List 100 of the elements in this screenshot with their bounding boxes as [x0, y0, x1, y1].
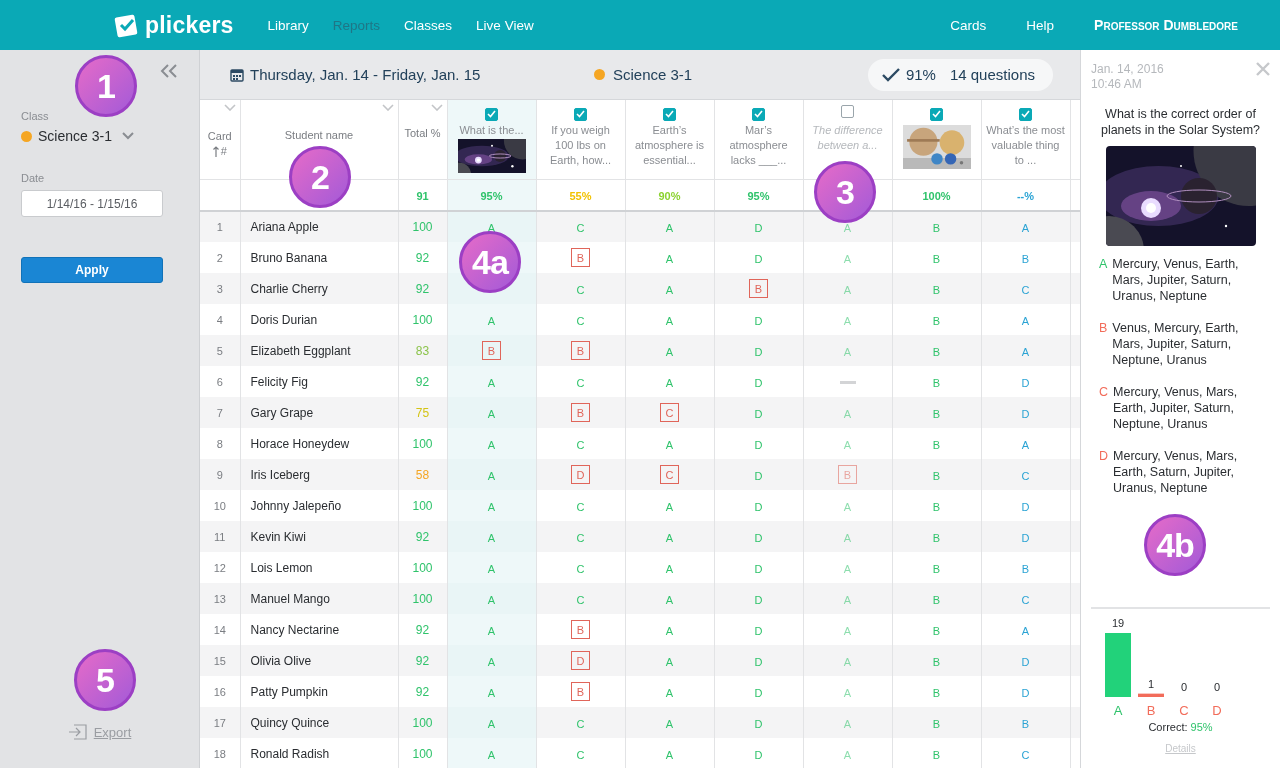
answer[interactable]: A — [843, 283, 852, 296]
checkbox[interactable] — [485, 107, 498, 121]
answer[interactable]: A — [843, 500, 852, 513]
nav-link[interactable]: Cards — [950, 17, 987, 33]
student-name[interactable]: Gary Grape — [250, 405, 314, 420]
answer[interactable]: D — [754, 407, 763, 420]
sort-icon[interactable] — [430, 104, 443, 111]
answer[interactable]: B — [838, 465, 857, 485]
answer[interactable]: D — [1021, 655, 1030, 668]
answer[interactable]: A — [843, 593, 852, 606]
class-dropdown[interactable]: Science 3-1 — [21, 128, 134, 144]
question-header[interactable]: Mar’s atmosphere lacks ___... — [714, 100, 803, 179]
answer[interactable]: B — [932, 562, 941, 575]
answer[interactable]: D — [754, 252, 763, 265]
answer[interactable]: A — [665, 717, 674, 730]
question-header[interactable]: What’s the most valuable thing to ... — [981, 100, 1070, 179]
answer[interactable]: A — [665, 314, 674, 327]
answer[interactable]: C — [576, 717, 585, 730]
student-name[interactable]: Charlie Cherry — [250, 281, 328, 296]
nav-link[interactable]: Help — [1026, 17, 1055, 33]
answer[interactable]: D — [754, 469, 763, 482]
checkbox[interactable] — [663, 107, 676, 121]
column-heading[interactable]: Total % — [398, 126, 447, 141]
answer[interactable]: A — [487, 469, 496, 482]
nav-link[interactable]: Live View — [476, 17, 534, 33]
sort-arrow-icon[interactable] — [212, 145, 219, 158]
answer[interactable]: B — [1021, 562, 1030, 575]
answer[interactable]: A — [843, 624, 852, 637]
answer[interactable]: A — [665, 562, 674, 575]
answer[interactable]: C — [1021, 748, 1030, 761]
answer[interactable]: A — [665, 222, 674, 234]
answer[interactable]: A — [487, 748, 496, 761]
answer[interactable]: A — [843, 748, 852, 761]
question-header[interactable]: If you weigh 100 lbs on Earth, how... — [536, 100, 625, 179]
question-header[interactable]: Earth’s atmosphere is essential... — [625, 100, 714, 179]
answer[interactable]: B — [932, 345, 941, 358]
answer[interactable]: A — [487, 438, 496, 451]
apply-button[interactable]: Apply — [21, 257, 163, 283]
answer[interactable]: B — [749, 279, 768, 299]
student-name[interactable]: Kevin Kiwi — [250, 529, 306, 544]
answer[interactable]: D — [1021, 686, 1030, 699]
answer[interactable]: D — [754, 376, 763, 389]
student-name[interactable]: Olivia Olive — [250, 653, 312, 668]
answer[interactable]: A — [665, 655, 674, 668]
answer[interactable]: A — [843, 252, 852, 265]
answer[interactable]: B — [482, 341, 501, 361]
answer[interactable]: D — [754, 748, 763, 761]
answer[interactable]: A — [665, 686, 674, 699]
answer[interactable]: C — [576, 283, 585, 296]
close-icon[interactable] — [1256, 62, 1270, 76]
nav-link[interactable]: Library — [267, 17, 309, 33]
answer[interactable]: B — [932, 222, 941, 234]
student-name[interactable]: Ronald Radish — [250, 746, 330, 761]
answer[interactable]: D — [754, 593, 763, 606]
answer[interactable]: A — [843, 655, 852, 668]
answer[interactable]: D — [1021, 407, 1030, 420]
answer[interactable]: A — [487, 717, 496, 730]
answer[interactable]: C — [1021, 469, 1030, 482]
answer[interactable]: A — [1021, 345, 1030, 358]
answer[interactable]: A — [843, 686, 852, 699]
answer[interactable]: A — [487, 686, 496, 699]
answer[interactable]: D — [754, 438, 763, 451]
answer[interactable]: A — [487, 593, 496, 606]
answer[interactable]: B — [932, 717, 941, 730]
answer[interactable]: A — [665, 624, 674, 637]
answer[interactable]: A — [843, 407, 852, 420]
details-link[interactable]: Details — [1165, 743, 1196, 754]
answer[interactable]: C — [576, 438, 585, 451]
answer[interactable]: C — [576, 531, 585, 544]
answer[interactable]: D — [754, 345, 763, 358]
answer[interactable]: B — [1021, 717, 1030, 730]
answer[interactable]: D — [571, 465, 590, 485]
user-name[interactable]: Professor Dumbledore — [1094, 17, 1238, 33]
answer[interactable]: D — [754, 686, 763, 699]
answer[interactable]: B — [932, 283, 941, 296]
answer[interactable]: D — [754, 717, 763, 730]
answer[interactable]: B — [932, 376, 941, 389]
answer[interactable]: C — [576, 314, 585, 327]
answer[interactable]: B — [932, 500, 941, 513]
answer[interactable]: A — [487, 314, 496, 327]
answer[interactable]: A — [487, 407, 496, 420]
answer[interactable]: A — [843, 717, 852, 730]
answer[interactable]: A — [665, 283, 674, 296]
answer[interactable]: D — [1021, 376, 1030, 389]
answer[interactable]: A — [843, 562, 852, 575]
student-name[interactable]: Johnny Jalepeño — [250, 498, 342, 513]
answer[interactable]: C — [1021, 593, 1030, 606]
answer[interactable]: B — [932, 531, 941, 544]
student-name[interactable]: Felicity Fig — [250, 374, 308, 389]
answer[interactable]: B — [932, 252, 941, 265]
answer[interactable]: B — [571, 620, 590, 640]
checkbox[interactable] — [1019, 107, 1032, 121]
nav-link[interactable]: Classes — [404, 17, 453, 33]
answer[interactable]: A — [843, 314, 852, 327]
answer[interactable]: B — [1021, 252, 1030, 265]
answer[interactable]: D — [754, 531, 763, 544]
answer[interactable]: B — [932, 655, 941, 668]
answer[interactable]: A — [487, 500, 496, 513]
answer[interactable]: A — [665, 438, 674, 451]
student-name[interactable]: Doris Durian — [250, 312, 318, 327]
